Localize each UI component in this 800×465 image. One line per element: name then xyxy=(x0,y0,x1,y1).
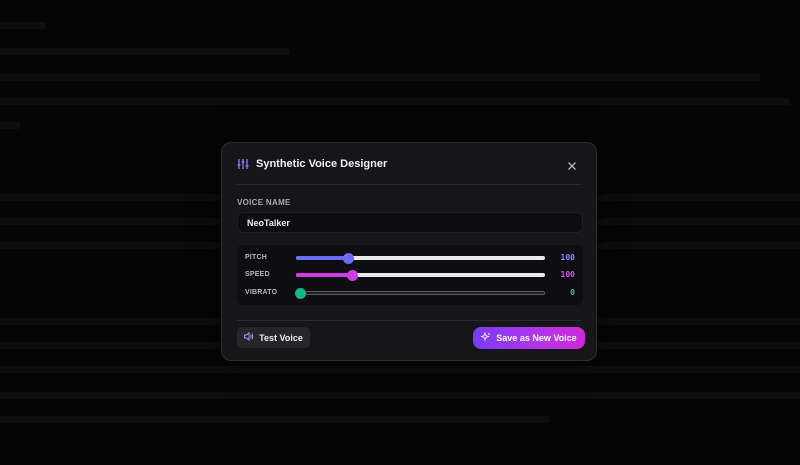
slider-row-vibrato: VIBRATO 0 xyxy=(237,286,583,300)
save-as-new-voice-button[interactable]: Save as New Voice xyxy=(473,327,585,349)
vibrato-slider-thumb[interactable] xyxy=(295,288,306,299)
test-voice-label: Test Voice xyxy=(259,332,303,343)
dialog-header: Synthetic Voice Designer xyxy=(237,143,581,185)
pitch-value: 100 xyxy=(560,253,575,262)
background-text-line xyxy=(0,392,800,399)
voice-parameters-panel: PITCH 100 SPEED 100 VIBRATO 0 xyxy=(237,245,583,305)
slider-row-speed: SPEED 100 xyxy=(237,268,583,282)
speed-value: 100 xyxy=(560,270,575,279)
background-text-line xyxy=(0,122,20,129)
test-voice-button[interactable]: Test Voice xyxy=(237,327,310,348)
background-text-line xyxy=(0,366,800,373)
vibrato-slider[interactable] xyxy=(295,288,545,299)
vibrato-value: 0 xyxy=(570,288,575,297)
voice-name-input[interactable] xyxy=(237,212,583,233)
speed-label: SPEED xyxy=(245,271,270,278)
voice-name-label: VOICE NAME xyxy=(237,198,291,207)
dialog-title: Synthetic Voice Designer xyxy=(256,157,388,170)
save-as-new-voice-label: Save as New Voice xyxy=(496,333,577,343)
speed-slider-fill xyxy=(296,273,353,277)
vibrato-label: VIBRATO xyxy=(245,289,278,296)
footer-divider xyxy=(237,320,581,321)
background-text-line xyxy=(0,48,290,55)
speaker-icon xyxy=(244,331,254,343)
background-text-line xyxy=(0,22,46,29)
pitch-slider[interactable] xyxy=(296,253,545,264)
pitch-slider-fill xyxy=(296,256,349,260)
speed-slider-thumb[interactable] xyxy=(347,270,359,281)
speed-slider[interactable] xyxy=(296,270,545,281)
sparkle-icon xyxy=(480,331,491,344)
background-text-line xyxy=(0,98,790,105)
pitch-label: PITCH xyxy=(245,254,267,261)
close-icon[interactable] xyxy=(567,158,577,170)
background-text-line xyxy=(0,416,550,423)
sliders-icon xyxy=(237,158,249,170)
slider-row-pitch: PITCH 100 xyxy=(237,251,583,265)
pitch-slider-thumb[interactable] xyxy=(343,253,355,264)
voice-designer-dialog: Synthetic Voice Designer VOICE NAME PITC… xyxy=(221,142,597,361)
background-text-line xyxy=(0,74,760,81)
